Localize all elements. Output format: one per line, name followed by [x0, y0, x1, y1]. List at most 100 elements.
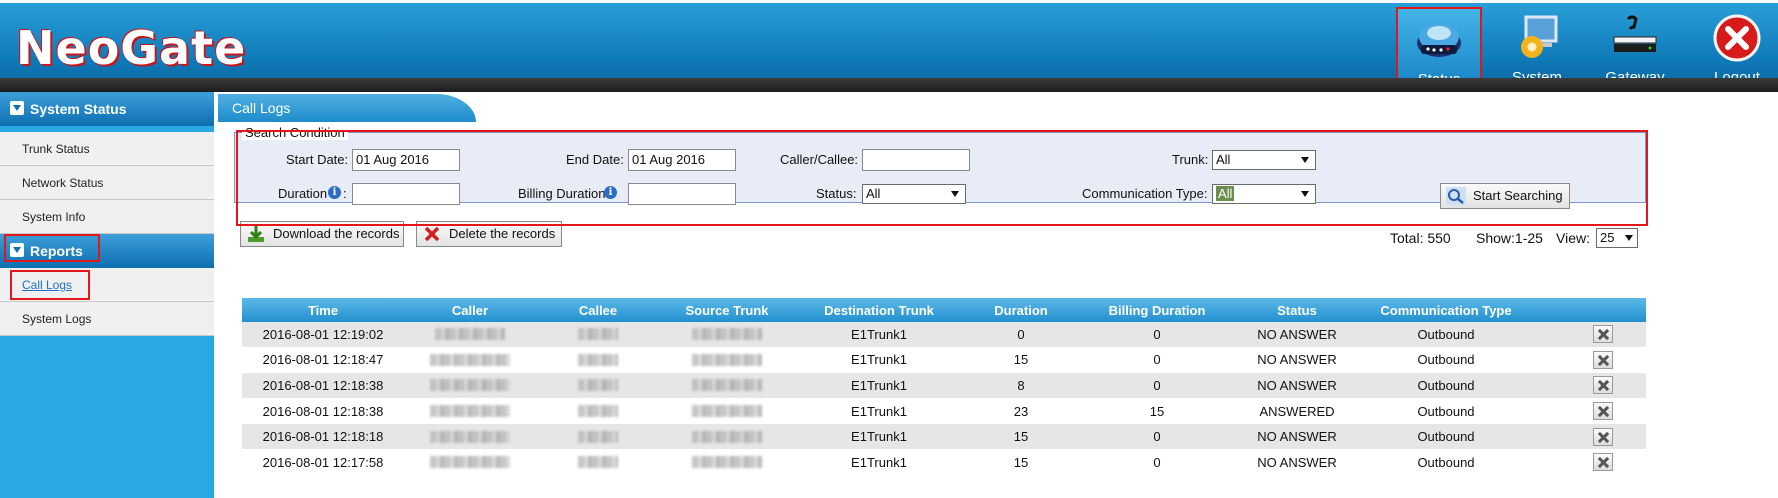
cell-callee-redacted	[546, 450, 650, 475]
cell-destination-trunk: E1Trunk1	[851, 377, 907, 393]
delete-row-icon[interactable]	[1593, 453, 1613, 472]
top-header: NeoGate Status System Gateway	[0, 0, 1778, 88]
view-select[interactable]: 25	[1596, 228, 1638, 248]
cell-source-trunk-redacted	[672, 348, 782, 373]
highlight-search-condition	[236, 130, 1648, 226]
cell-caller-redacted	[418, 373, 522, 398]
delete-row-icon[interactable]	[1593, 402, 1613, 421]
highlight-reports	[4, 234, 100, 262]
cell-source-trunk-redacted	[672, 322, 782, 347]
cell-billing-duration: 0	[1153, 352, 1161, 368]
col-time[interactable]: Time	[258, 298, 388, 322]
table-row: 2016-08-01 12:19:02 E1Trunk1 0 0 NO ANSW…	[242, 322, 1646, 348]
cell-status: NO ANSWER	[1257, 326, 1337, 342]
col-communication-type[interactable]: Communication Type	[1368, 298, 1524, 322]
nav-system[interactable]: System	[1494, 7, 1580, 86]
tab-bar: Call Logs	[218, 94, 1558, 122]
table-row: 2016-08-01 12:18:47 E1Trunk1 15 0 NO ANS…	[242, 347, 1646, 374]
sidebar-section-system-status[interactable]: System Status	[0, 92, 214, 126]
nav-gateway[interactable]: Gateway	[1592, 7, 1678, 86]
delete-row-icon[interactable]	[1593, 325, 1613, 344]
view-label: View:	[1556, 230, 1590, 246]
nav-status[interactable]: Status	[1396, 7, 1482, 88]
cell-caller-redacted	[418, 348, 522, 373]
cell-communication-type: Outbound	[1417, 403, 1475, 419]
col-destination-trunk[interactable]: Destination Trunk	[804, 298, 954, 322]
delete-row-icon[interactable]	[1593, 350, 1613, 369]
cell-callee-redacted	[546, 399, 650, 424]
cell-time: 2016-08-01 12:18:47	[262, 352, 384, 368]
cell-billing-duration: 0	[1153, 326, 1161, 342]
table-row: 2016-08-01 12:18:38 E1Trunk1 8 0 NO ANSW…	[242, 373, 1646, 399]
cell-destination-trunk: E1Trunk1	[851, 326, 907, 342]
table-row: 2016-08-01 12:17:58 E1Trunk1 15 0 NO ANS…	[242, 449, 1646, 476]
cell-status: NO ANSWER	[1257, 429, 1337, 445]
cell-caller-redacted	[418, 322, 522, 347]
table-header: Time Caller Callee Source Trunk Destinat…	[242, 298, 1646, 322]
cell-destination-trunk: E1Trunk1	[851, 454, 907, 470]
system-icon	[1521, 15, 1558, 58]
sidebar-item-trunk-status[interactable]: Trunk Status	[0, 132, 214, 166]
cell-callee-redacted	[546, 373, 650, 398]
download-icon	[248, 226, 264, 242]
cell-time: 2016-08-01 12:18:38	[262, 377, 384, 393]
neogate-logo: NeoGate	[16, 21, 247, 75]
cell-communication-type: Outbound	[1417, 326, 1475, 342]
cell-callee-redacted	[546, 424, 650, 449]
cell-status: NO ANSWER	[1257, 377, 1337, 393]
highlight-call-logs	[10, 270, 90, 300]
cell-billing-duration: 0	[1153, 454, 1161, 470]
sidebar-section-title: System Status	[30, 101, 127, 117]
col-caller[interactable]: Caller	[418, 298, 522, 322]
call-logs-table: Time Caller Callee Source Trunk Destinat…	[242, 298, 1646, 476]
nav-logout[interactable]: Logout	[1694, 7, 1778, 86]
sidebar-item-network-status[interactable]: Network Status	[0, 166, 214, 200]
cell-source-trunk-redacted	[672, 450, 782, 475]
view-select-value: 25	[1600, 230, 1615, 245]
sidebar-item-system-info[interactable]: System Info	[0, 200, 214, 234]
col-source-trunk[interactable]: Source Trunk	[672, 298, 782, 322]
cell-caller-redacted	[418, 424, 522, 449]
cell-source-trunk-redacted	[672, 424, 782, 449]
total-count: Total: 550	[1390, 230, 1451, 246]
cell-time: 2016-08-01 12:18:18	[262, 429, 384, 445]
cell-duration: 15	[1013, 429, 1029, 445]
cell-time: 2016-08-01 12:19:02	[262, 326, 384, 342]
cell-billing-duration: 15	[1149, 403, 1165, 419]
cell-billing-duration: 0	[1153, 429, 1161, 445]
cell-caller-redacted	[418, 399, 522, 424]
table-row: 2016-08-01 12:18:18 E1Trunk1 15 0 NO ANS…	[242, 424, 1646, 450]
cell-status: NO ANSWER	[1257, 352, 1337, 368]
gateway-icon	[1613, 15, 1657, 52]
delete-row-icon[interactable]	[1593, 427, 1613, 446]
cell-caller-redacted	[418, 450, 522, 475]
cell-communication-type: Outbound	[1417, 377, 1475, 393]
cell-time: 2016-08-01 12:18:38	[262, 403, 384, 419]
cell-destination-trunk: E1Trunk1	[851, 403, 907, 419]
cell-status: ANSWERED	[1259, 403, 1335, 419]
cell-callee-redacted	[546, 322, 650, 347]
cell-duration: 8	[1017, 377, 1025, 393]
cell-communication-type: Outbound	[1417, 352, 1475, 368]
sidebar-item-system-logs[interactable]: System Logs	[0, 302, 214, 336]
delete-icon	[424, 226, 440, 242]
cell-destination-trunk: E1Trunk1	[851, 429, 907, 445]
cell-duration: 0	[1017, 326, 1025, 342]
col-duration[interactable]: Duration	[976, 298, 1066, 322]
cell-billing-duration: 0	[1153, 377, 1161, 393]
cell-duration: 15	[1013, 454, 1029, 470]
dropdown-arrow-icon	[1625, 235, 1633, 241]
col-billing-duration[interactable]: Billing Duration	[1090, 298, 1224, 322]
delete-records-label: Delete the records	[449, 226, 556, 241]
status-icon	[1417, 23, 1461, 57]
cell-communication-type: Outbound	[1417, 454, 1475, 470]
delete-row-icon[interactable]	[1593, 376, 1613, 395]
col-status[interactable]: Status	[1242, 298, 1352, 322]
cell-callee-redacted	[546, 348, 650, 373]
download-records-label: Download the records	[273, 226, 400, 241]
cell-duration: 15	[1013, 352, 1029, 368]
col-callee[interactable]: Callee	[546, 298, 650, 322]
table-row: 2016-08-01 12:18:38 E1Trunk1 23 15 ANSWE…	[242, 398, 1646, 425]
collapse-triangle-icon	[10, 101, 24, 116]
tab-call-logs[interactable]: Call Logs	[218, 94, 476, 122]
